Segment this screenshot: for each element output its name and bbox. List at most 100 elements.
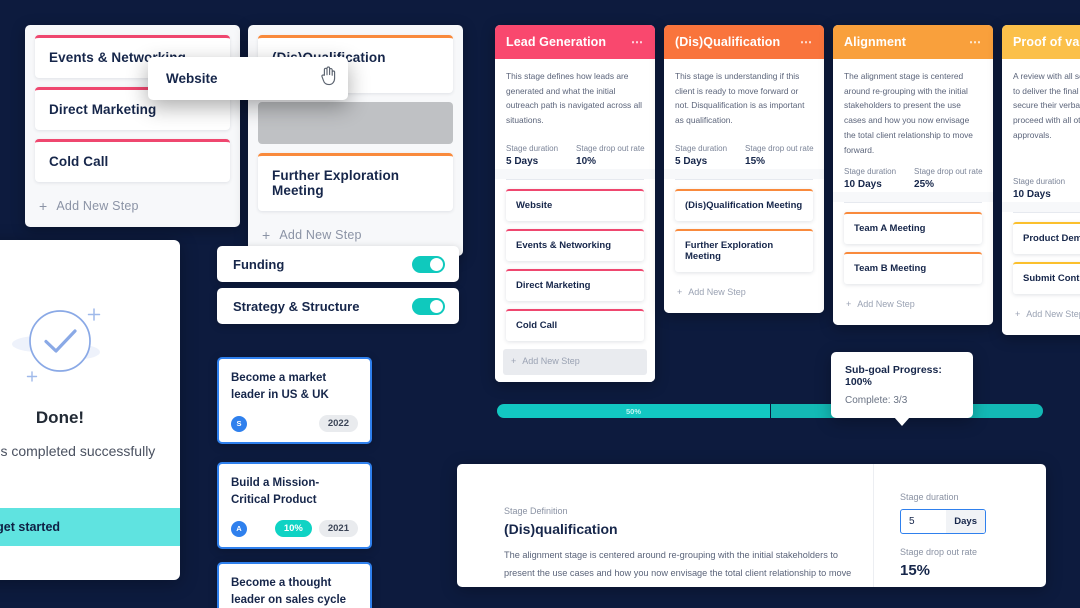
stage-duration-value: 5 Days	[675, 155, 708, 167]
stage-duration-input[interactable]: 5 Days	[900, 509, 986, 534]
dragged-step-chip[interactable]: Website	[148, 57, 348, 100]
column-step[interactable]: Direct Marketing	[506, 268, 644, 301]
screen-root: Events & Networking Direct Marketing Col…	[0, 0, 1080, 608]
stage-definition-body: The alignment stage is centered around r…	[504, 550, 852, 587]
toggle-switch[interactable]	[412, 297, 445, 315]
avatar[interactable]: S	[231, 415, 247, 432]
column-step[interactable]: Team B Meeting	[844, 252, 982, 285]
column-header[interactable]: Proof of value ⋯	[1002, 25, 1080, 59]
add-new-step-button[interactable]: + Add New Step	[844, 292, 982, 318]
column-body: This stage defines how leads are generat…	[495, 59, 655, 169]
column-header[interactable]: Alignment ⋯	[833, 25, 993, 59]
column-step[interactable]: Further Exploration Meeting	[675, 228, 813, 272]
goal-footer: A 10% 2021	[231, 520, 358, 538]
stage-duration-label: Stage duration	[844, 167, 897, 177]
stage-definition-left: Stage Definition (Dis)qualification The …	[457, 464, 873, 587]
ellipsis-icon[interactable]: ⋯	[969, 36, 982, 48]
add-new-step-button[interactable]: + Add New Step	[503, 348, 647, 375]
stage-dropout-value: 15%	[900, 562, 931, 579]
goal-card[interactable]: Build a Mission-Critical Product A 10% 2…	[217, 462, 372, 550]
tooltip-arrow-icon	[894, 417, 910, 426]
toggle-label: Strategy & Structure	[233, 298, 360, 314]
column-steps: Product Demo Submit Contract + Add New S…	[1002, 211, 1080, 335]
pointing-hand-cursor-icon	[319, 66, 337, 91]
goal-card[interactable]: Become a market leader in US & UK S 2022	[217, 357, 372, 445]
stage-definition-label: Stage Definition	[504, 506, 568, 516]
goal-title: Build a Mission-Critical Product	[231, 477, 320, 506]
divider	[1013, 211, 1080, 213]
stage-duration-metric: Stage duration 5 Days	[506, 144, 558, 167]
column-steps: Website Events & Networking Direct Marke…	[495, 178, 655, 382]
column-step[interactable]: Team A Meeting	[844, 212, 982, 245]
column-header[interactable]: Lead Generation ⋯	[495, 25, 655, 59]
goal-year-badge: 2021	[318, 520, 358, 538]
step-card[interactable]: Further Exploration Meeting	[258, 153, 453, 211]
toggle-row-funding[interactable]: Funding	[217, 246, 459, 282]
stage-duration-unit[interactable]: Days	[946, 510, 985, 533]
column-step[interactable]: Website	[506, 188, 644, 221]
plus-icon: +	[39, 198, 48, 214]
plus-icon: +	[262, 227, 271, 243]
column-step[interactable]: (Dis)Qualification Meeting	[675, 188, 813, 221]
toggle-switch[interactable]	[412, 255, 445, 273]
add-new-step-label: Add New Step	[1026, 308, 1080, 319]
plus-icon: +	[846, 299, 852, 310]
get-started-button[interactable]: Let's get started	[0, 508, 180, 546]
plus-icon: +	[511, 355, 517, 366]
stage-definition-title: (Dis)qualification	[504, 521, 618, 537]
column-body: This stage is understanding if this clie…	[664, 59, 824, 169]
avatar[interactable]: A	[231, 520, 247, 537]
dragged-step-label: Website	[166, 71, 218, 86]
board-column-lead-generation: Lead Generation ⋯ This stage defines how…	[495, 25, 655, 382]
add-new-step-button[interactable]: + Add New Step	[675, 280, 813, 306]
ellipsis-icon[interactable]: ⋯	[800, 36, 813, 48]
column-step[interactable]: Events & Networking	[506, 228, 644, 261]
task-complete-card: Done! Task is completed successfully Let…	[0, 240, 180, 580]
stage-definition-panel: Stage Definition (Dis)qualification The …	[457, 464, 1046, 587]
step-card[interactable]: Cold Call	[35, 139, 230, 182]
goal-card[interactable]: Become a thought leader on sales cycle	[217, 562, 372, 608]
stage-duration-metric: Stage duration 5 Days	[675, 144, 727, 167]
column-body: The alignment stage is centered around r…	[833, 59, 993, 193]
board-column-alignment: Alignment ⋯ The alignment stage is cente…	[833, 25, 993, 326]
column-header[interactable]: (Dis)Qualification ⋯	[664, 25, 824, 59]
column-step[interactable]: Cold Call	[506, 308, 644, 341]
divider	[675, 178, 813, 180]
column-step[interactable]: Submit Contract	[1013, 261, 1080, 294]
stage-duration-label: Stage duration	[900, 492, 959, 502]
column-description: This stage defines how leads are generat…	[506, 71, 642, 126]
divider	[844, 202, 982, 204]
column-title: (Dis)Qualification	[675, 35, 781, 49]
column-title: Proof of value	[1013, 35, 1080, 49]
stage-duration-label: Stage duration	[506, 143, 559, 153]
stage-duration-value[interactable]: 5	[901, 516, 946, 527]
stage-dropout-metric: Stage drop out rate 10%	[576, 144, 645, 167]
column-metrics: Stage duration 10 Days Stage drop out ra…	[844, 167, 983, 191]
column-metrics: Stage duration 5 Days Stage drop out rat…	[675, 144, 814, 167]
ellipsis-icon[interactable]: ⋯	[631, 36, 644, 48]
progress-segment-label: 50%	[625, 406, 641, 416]
task-complete-title: Done!	[35, 408, 85, 427]
add-new-step-button[interactable]: + Add New Step	[1013, 302, 1080, 328]
stage-duration-metric: Stage duration 10 Days	[1013, 177, 1065, 200]
stage-dropout-value: 15%	[745, 155, 766, 167]
add-new-step-button[interactable]: + Add New Step	[35, 191, 230, 221]
get-started-label: Let's get started	[0, 520, 61, 534]
stage-duration-value: 10 Days	[844, 179, 882, 191]
stage-dropout-value: 10%	[576, 155, 597, 167]
stage-duration-label: Stage duration	[1013, 176, 1066, 186]
column-step[interactable]: Product Demo	[1013, 221, 1080, 254]
stage-dropout-label: Stage drop out rate	[900, 547, 978, 557]
progress-segment[interactable]: 50%	[497, 404, 770, 418]
step-stack-lead-generation: Events & Networking Direct Marketing Col…	[25, 25, 240, 227]
stage-dropout-metric: Stage drop out rate 15%	[745, 144, 814, 167]
toggle-row-strategy-structure[interactable]: Strategy & Structure	[217, 288, 459, 324]
add-new-step-label: Add New Step	[56, 199, 139, 213]
add-new-step-label: Add New Step	[279, 228, 362, 242]
stage-duration-label: Stage duration	[675, 143, 728, 153]
subgoal-progress-tooltip: Sub-goal Progress: 100% Complete: 3/3	[831, 352, 973, 426]
goal-footer: S 2022	[231, 415, 358, 433]
stage-duration-value: 10 Days	[1013, 188, 1051, 200]
stage-definition-right: Stage duration 5 Days Stage drop out rat…	[873, 464, 1046, 587]
stage-dropout-value: 25%	[914, 179, 935, 191]
